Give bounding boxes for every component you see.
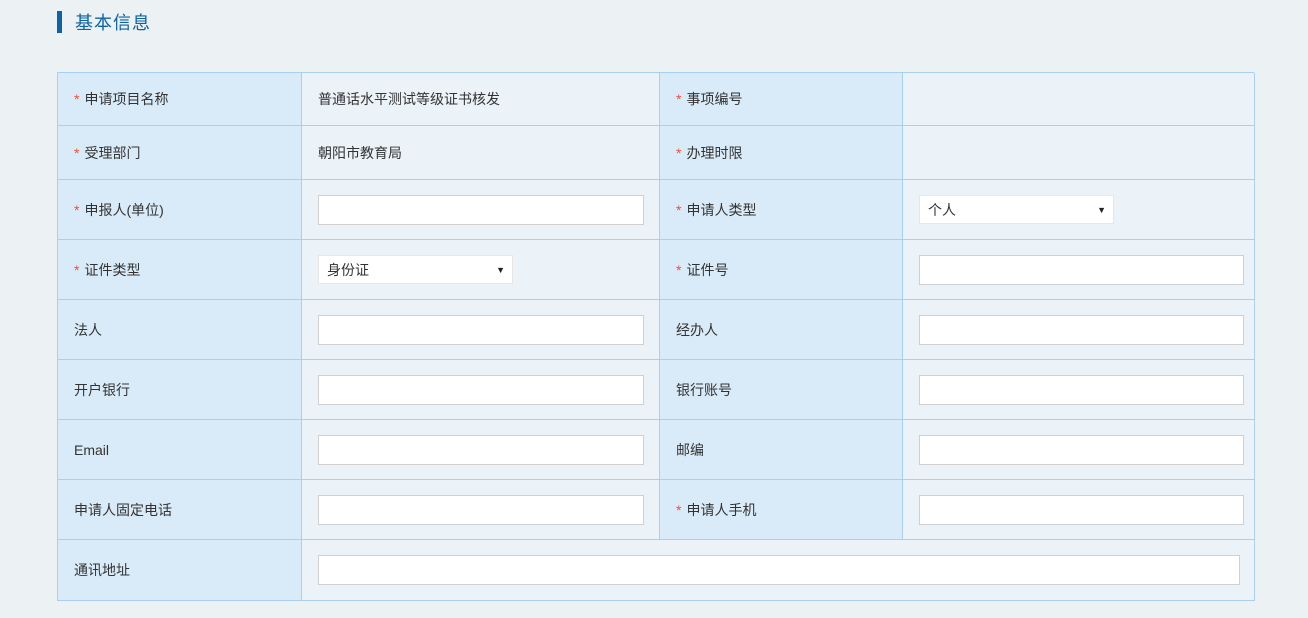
field-value-landline-phone (302, 480, 660, 540)
field-label-handler: 经办人 (660, 300, 903, 360)
field-value-processing-time-limit (903, 126, 1255, 180)
id-type-select[interactable]: 身份证 (318, 255, 513, 284)
landline-phone-input[interactable] (318, 495, 644, 525)
field-label-mailing-address: 通讯地址 (58, 540, 302, 601)
field-label-text: 证件号 (686, 260, 728, 280)
field-label-text: 经办人 (676, 320, 718, 340)
required-marker: * (676, 502, 681, 518)
field-label-text: 申请项目名称 (84, 89, 168, 109)
mailing-address-input[interactable] (318, 555, 1240, 585)
field-label-text: 银行账号 (676, 380, 732, 400)
field-label-text: 事项编号 (686, 89, 742, 109)
field-value-postal-code (903, 420, 1255, 480)
handler-input[interactable] (919, 315, 1244, 345)
required-marker: * (676, 91, 681, 107)
field-label-accepting-department: * 受理部门 (58, 126, 302, 180)
required-marker: * (74, 91, 79, 107)
field-label-postal-code: 邮编 (660, 420, 903, 480)
id-type-select-wrap: 身份证 ▼ (318, 255, 513, 284)
required-marker: * (74, 145, 79, 161)
field-value-mobile-phone (903, 480, 1255, 540)
basic-info-form-table: * 申请项目名称 普通话水平测试等级证书核发 * 事项编号 * 受理部门 朝阳市… (57, 72, 1254, 601)
field-value-applicant-unit (302, 180, 660, 240)
email-input[interactable] (318, 435, 644, 465)
field-value-applicant-type: 个人 ▼ (903, 180, 1255, 240)
field-label-id-type: * 证件类型 (58, 240, 302, 300)
field-label-text: 受理部门 (84, 143, 140, 163)
field-value-email (302, 420, 660, 480)
section-title: 基本信息 (57, 10, 1308, 34)
required-marker: * (676, 145, 681, 161)
field-label-bank-account: 银行账号 (660, 360, 903, 420)
field-label-text: 邮编 (676, 440, 704, 460)
field-label-text: 申请人手机 (686, 500, 756, 520)
bank-account-input[interactable] (919, 375, 1244, 405)
field-value-legal-person (302, 300, 660, 360)
field-value-item-number (903, 73, 1255, 126)
postal-code-input[interactable] (919, 435, 1244, 465)
field-label-text: 申请人固定电话 (74, 500, 172, 520)
basic-info-page: 基本信息 * 申请项目名称 普通话水平测试等级证书核发 * 事项编号 * 受理部… (0, 0, 1308, 601)
field-label-processing-time-limit: * 办理时限 (660, 126, 903, 180)
field-label-text: Email (74, 442, 109, 458)
title-accent-bar (57, 11, 62, 33)
field-label-bank-name: 开户银行 (58, 360, 302, 420)
field-label-text: 开户银行 (74, 380, 130, 400)
field-label-applicant-type: * 申请人类型 (660, 180, 903, 240)
field-value-project-name: 普通话水平测试等级证书核发 (302, 73, 660, 126)
field-value-id-number (903, 240, 1255, 300)
bank-name-input[interactable] (318, 375, 644, 405)
required-marker: * (74, 262, 79, 278)
field-label-email: Email (58, 420, 302, 480)
mobile-phone-input[interactable] (919, 495, 1244, 525)
required-marker: * (676, 262, 681, 278)
page-title: 基本信息 (75, 9, 151, 35)
applicant-unit-input[interactable] (318, 195, 644, 225)
required-marker: * (676, 202, 681, 218)
field-label-landline-phone: 申请人固定电话 (58, 480, 302, 540)
field-label-project-name: * 申请项目名称 (58, 73, 302, 126)
required-marker: * (74, 202, 79, 218)
field-label-text: 法人 (74, 320, 102, 340)
field-value-mailing-address (302, 540, 1255, 601)
applicant-type-select-wrap: 个人 ▼ (919, 195, 1114, 224)
field-label-id-number: * 证件号 (660, 240, 903, 300)
legal-person-input[interactable] (318, 315, 644, 345)
field-label-item-number: * 事项编号 (660, 73, 903, 126)
field-value-bank-account (903, 360, 1255, 420)
field-label-applicant-unit: * 申报人(单位) (58, 180, 302, 240)
field-label-text: 申报人(单位) (84, 200, 163, 220)
field-value-accepting-department: 朝阳市教育局 (302, 126, 660, 180)
field-label-mobile-phone: * 申请人手机 (660, 480, 903, 540)
id-number-input[interactable] (919, 255, 1244, 285)
field-label-text: 证件类型 (84, 260, 140, 280)
field-value-handler (903, 300, 1255, 360)
field-label-legal-person: 法人 (58, 300, 302, 360)
project-name-value: 普通话水平测试等级证书核发 (318, 89, 500, 109)
field-label-text: 通讯地址 (74, 560, 130, 580)
applicant-type-select[interactable]: 个人 (919, 195, 1114, 224)
field-value-id-type: 身份证 ▼ (302, 240, 660, 300)
field-value-bank-name (302, 360, 660, 420)
accepting-department-value: 朝阳市教育局 (318, 143, 402, 163)
field-label-text: 申请人类型 (686, 200, 756, 220)
field-label-text: 办理时限 (686, 143, 742, 163)
